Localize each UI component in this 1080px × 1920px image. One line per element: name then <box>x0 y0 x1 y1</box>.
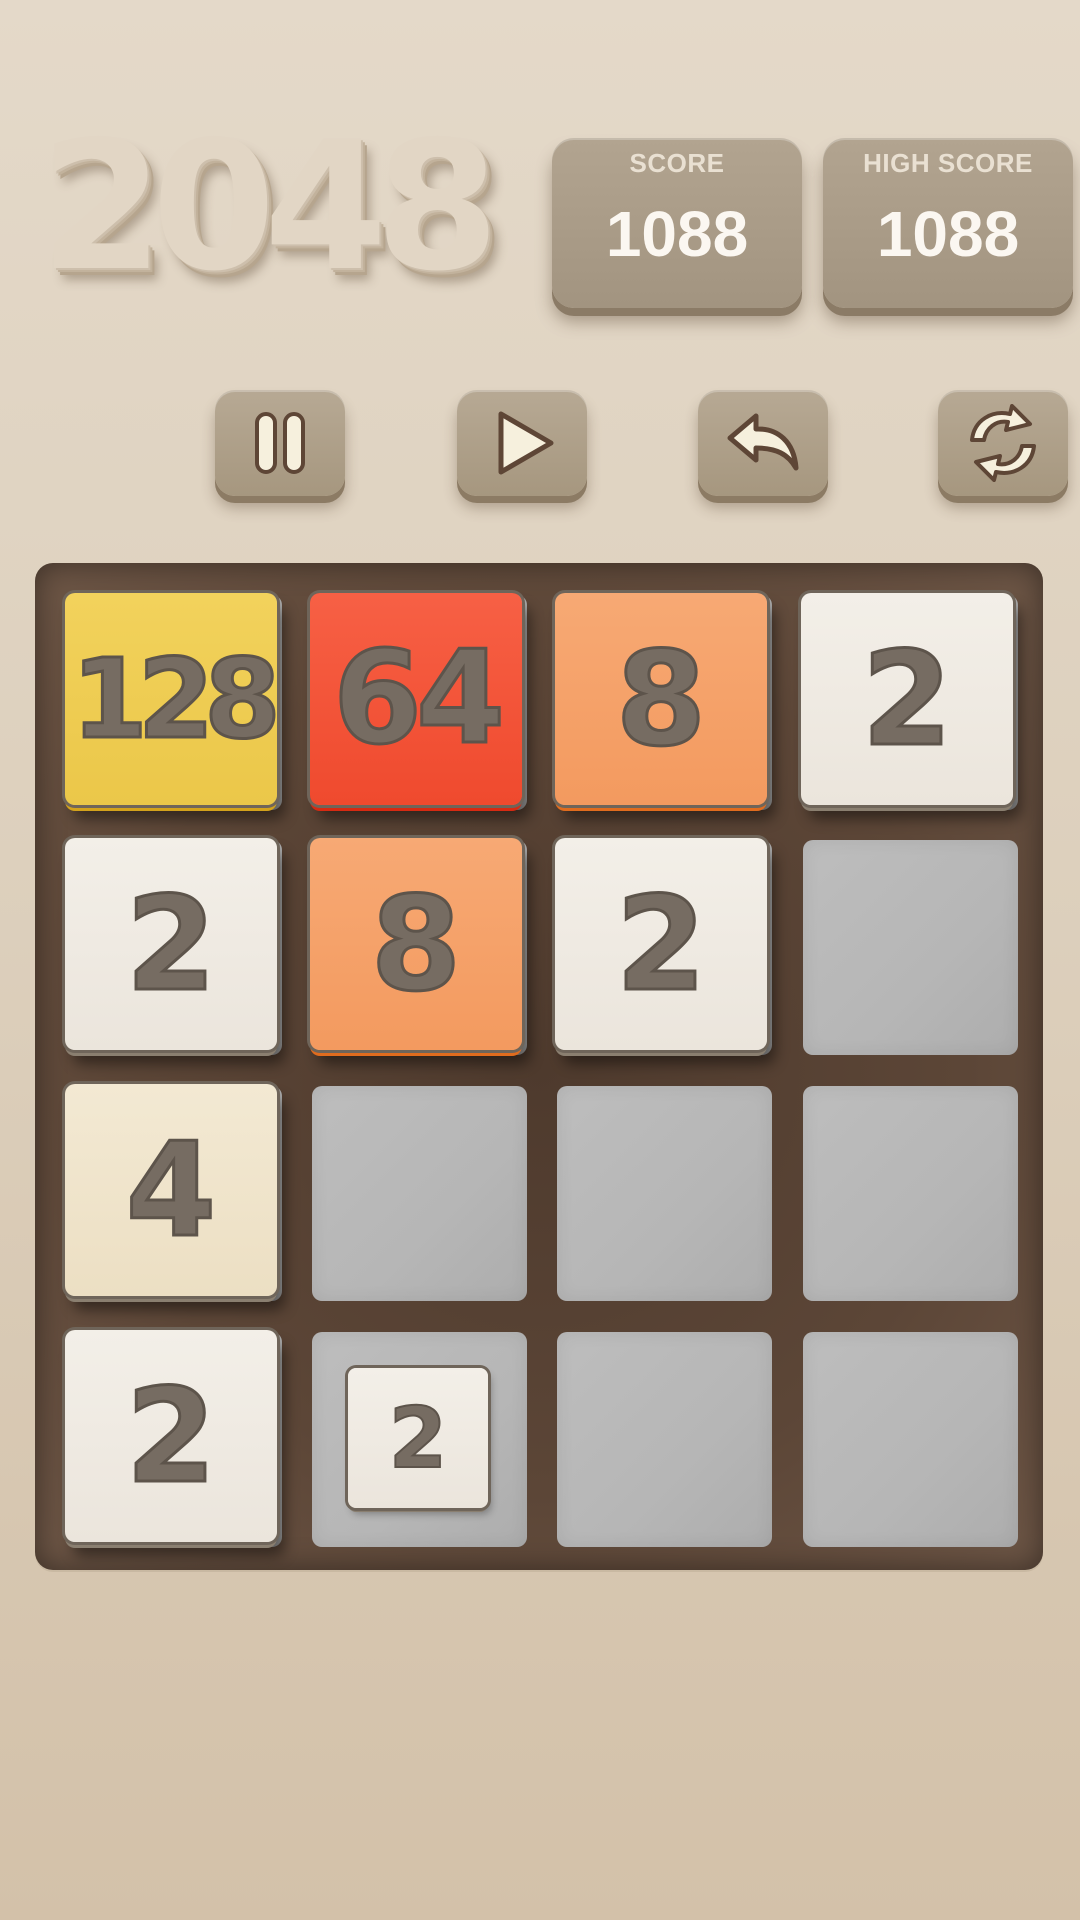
tile-2: 2 <box>555 838 767 1050</box>
board-cell <box>803 1332 1018 1547</box>
pause-button[interactable] <box>215 390 345 496</box>
board-cell <box>312 1086 527 1301</box>
score-box: SCORE 1088 <box>552 138 802 308</box>
tile-value: 8 <box>614 623 707 775</box>
score-label: SCORE <box>629 148 725 178</box>
board-cell <box>557 1332 772 1547</box>
tile-value: 64 <box>331 624 506 773</box>
board-cell <box>803 840 1018 1055</box>
spawning-tile: 2 <box>348 1368 488 1508</box>
play-icon <box>498 411 554 475</box>
board-cell <box>557 1086 772 1301</box>
tile-value: 128 <box>70 635 283 763</box>
tile-64: 64 <box>310 593 522 805</box>
board-cell <box>803 1086 1018 1301</box>
tile-128: 128 <box>65 593 283 805</box>
undo-icon <box>727 413 799 471</box>
undo-button[interactable] <box>698 390 828 496</box>
tile-8: 8 <box>555 593 767 805</box>
tile-8: 8 <box>310 838 522 1050</box>
game-title: 2048 <box>40 103 499 310</box>
tile-value: 2 <box>860 623 953 775</box>
tile-4: 4 <box>65 1084 277 1296</box>
tile-2: 2 <box>65 838 277 1050</box>
tile-value: 4 <box>124 1114 217 1266</box>
score-value: 1088 <box>605 198 749 270</box>
high-score-value: 1088 <box>876 198 1020 270</box>
tile-value: 2 <box>388 1389 448 1487</box>
high-score-label: HIGH SCORE <box>863 148 1033 178</box>
restart-button[interactable] <box>938 390 1068 496</box>
game-board[interactable]: 128 64 8 2 2 8 2 4 2 2 <box>35 563 1043 1570</box>
tile-value: 2 <box>124 1360 217 1512</box>
play-button[interactable] <box>457 390 587 496</box>
pause-icon <box>255 412 305 474</box>
tile-value: 8 <box>369 868 462 1020</box>
tile-2: 2 <box>65 1330 277 1542</box>
restart-icon <box>970 404 1036 482</box>
tile-2: 2 <box>801 593 1013 805</box>
tile-value: 2 <box>124 868 217 1020</box>
high-score-box: HIGH SCORE 1088 <box>823 138 1073 308</box>
tile-value: 2 <box>614 868 707 1020</box>
